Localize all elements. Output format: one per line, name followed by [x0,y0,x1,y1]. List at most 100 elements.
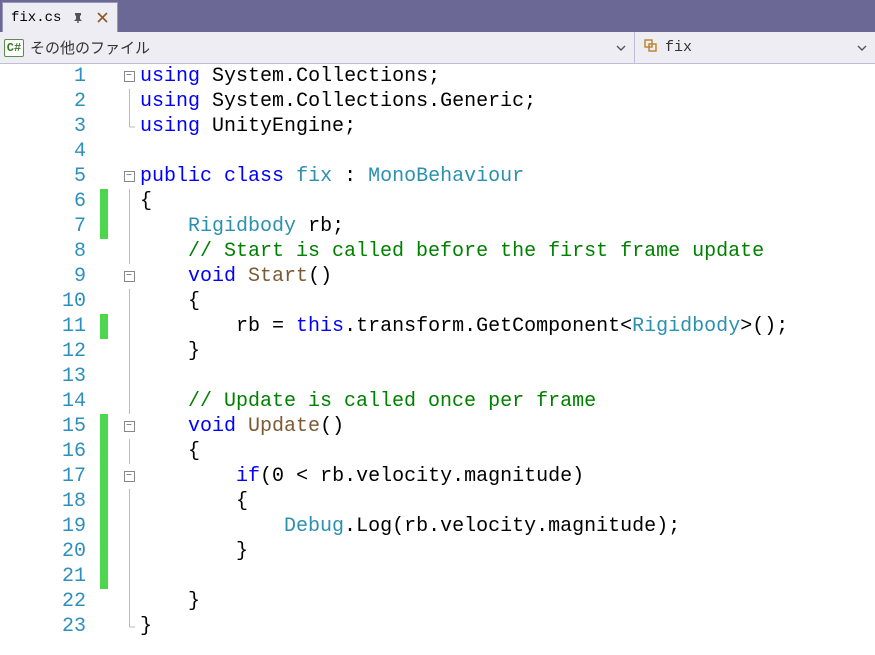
fold-cell [120,614,138,639]
change-marker [100,614,120,639]
code-line[interactable]: void Start() [140,264,875,289]
line-number: 20 [0,539,86,564]
line-number: 16 [0,439,86,464]
code-line[interactable] [140,564,875,589]
csharp-icon: C# [4,39,24,57]
fold-cell [120,89,138,114]
change-marker [100,164,120,189]
fold-cell [120,114,138,139]
class-icon [643,37,659,58]
code-line[interactable]: // Update is called once per frame [140,389,875,414]
chevron-down-icon [614,43,628,53]
code-line[interactable] [140,364,875,389]
change-marker [100,214,120,239]
change-marker [100,589,120,614]
line-number: 12 [0,339,86,364]
line-number: 5 [0,164,86,189]
code-area[interactable]: using System.Collections;using System.Co… [138,64,875,655]
code-line[interactable]: } [140,589,875,614]
change-marker [100,514,120,539]
line-number: 17 [0,464,86,489]
fold-toggle-icon[interactable]: − [124,171,135,182]
change-marker [100,64,120,89]
line-number: 23 [0,614,86,639]
code-editor[interactable]: 1234567891011121314151617181920212223 −−… [0,64,875,655]
change-marker [100,439,120,464]
fold-cell [120,314,138,339]
line-number: 13 [0,364,86,389]
code-line[interactable]: if(0 < rb.velocity.magnitude) [140,464,875,489]
change-marker [100,464,120,489]
fold-cell[interactable]: − [120,414,138,439]
fold-cell [120,189,138,214]
code-line[interactable]: using UnityEngine; [140,114,875,139]
file-tab[interactable]: fix.cs [2,2,118,32]
line-number: 4 [0,139,86,164]
fold-toggle-icon[interactable]: − [124,71,135,82]
nav-scope-label: その他のファイル [30,37,150,58]
code-line[interactable]: void Update() [140,414,875,439]
close-icon[interactable] [95,11,109,25]
tab-strip: fix.cs [0,0,875,32]
line-number: 1 [0,64,86,89]
fold-cell [120,589,138,614]
fold-toggle-icon[interactable]: − [124,271,135,282]
fold-cell[interactable]: − [120,164,138,189]
line-number: 15 [0,414,86,439]
line-number: 6 [0,189,86,214]
code-line[interactable]: using System.Collections.Generic; [140,89,875,114]
code-line[interactable]: { [140,189,875,214]
fold-toggle-icon[interactable]: − [124,421,135,432]
code-line[interactable]: } [140,539,875,564]
change-marker [100,389,120,414]
fold-cell[interactable]: − [120,64,138,89]
code-line[interactable]: { [140,489,875,514]
code-line[interactable]: using System.Collections; [140,64,875,89]
nav-member-dropdown[interactable]: fix [635,32,875,63]
code-line[interactable]: public class fix : MonoBehaviour [140,164,875,189]
fold-cell [120,214,138,239]
code-line[interactable] [140,139,875,164]
code-line[interactable]: } [140,614,875,639]
code-line[interactable]: { [140,439,875,464]
code-line[interactable]: rb = this.transform.GetComponent<Rigidbo… [140,314,875,339]
change-marker [100,314,120,339]
code-line[interactable]: Debug.Log(rb.velocity.magnitude); [140,514,875,539]
fold-cell [120,539,138,564]
fold-cell [120,364,138,389]
fold-cell [120,339,138,364]
fold-cell [120,139,138,164]
line-number: 11 [0,314,86,339]
fold-cell [120,389,138,414]
nav-scope-dropdown[interactable]: C# その他のファイル [0,32,635,63]
code-line[interactable]: // Start is called before the first fram… [140,239,875,264]
tab-filename: fix.cs [11,10,61,26]
change-marker [100,414,120,439]
change-marker [100,139,120,164]
pin-icon[interactable] [71,11,85,25]
change-marker [100,489,120,514]
change-marker [100,239,120,264]
line-number: 14 [0,389,86,414]
line-number: 8 [0,239,86,264]
change-marker [100,189,120,214]
fold-cell [120,514,138,539]
change-marker [100,114,120,139]
change-marker [100,289,120,314]
line-number: 22 [0,589,86,614]
code-line[interactable]: } [140,339,875,364]
navigator-bar: C# その他のファイル fix [0,32,875,64]
line-number-gutter: 1234567891011121314151617181920212223 [0,64,100,655]
fold-cell[interactable]: − [120,264,138,289]
fold-gutter: − − − − − [120,64,138,655]
fold-cell [120,439,138,464]
code-line[interactable]: { [140,289,875,314]
fold-cell [120,489,138,514]
chevron-down-icon [855,43,869,53]
line-number: 18 [0,489,86,514]
code-line[interactable]: Rigidbody rb; [140,214,875,239]
line-number: 9 [0,264,86,289]
fold-toggle-icon[interactable]: − [124,471,135,482]
line-number: 7 [0,214,86,239]
fold-cell[interactable]: − [120,464,138,489]
